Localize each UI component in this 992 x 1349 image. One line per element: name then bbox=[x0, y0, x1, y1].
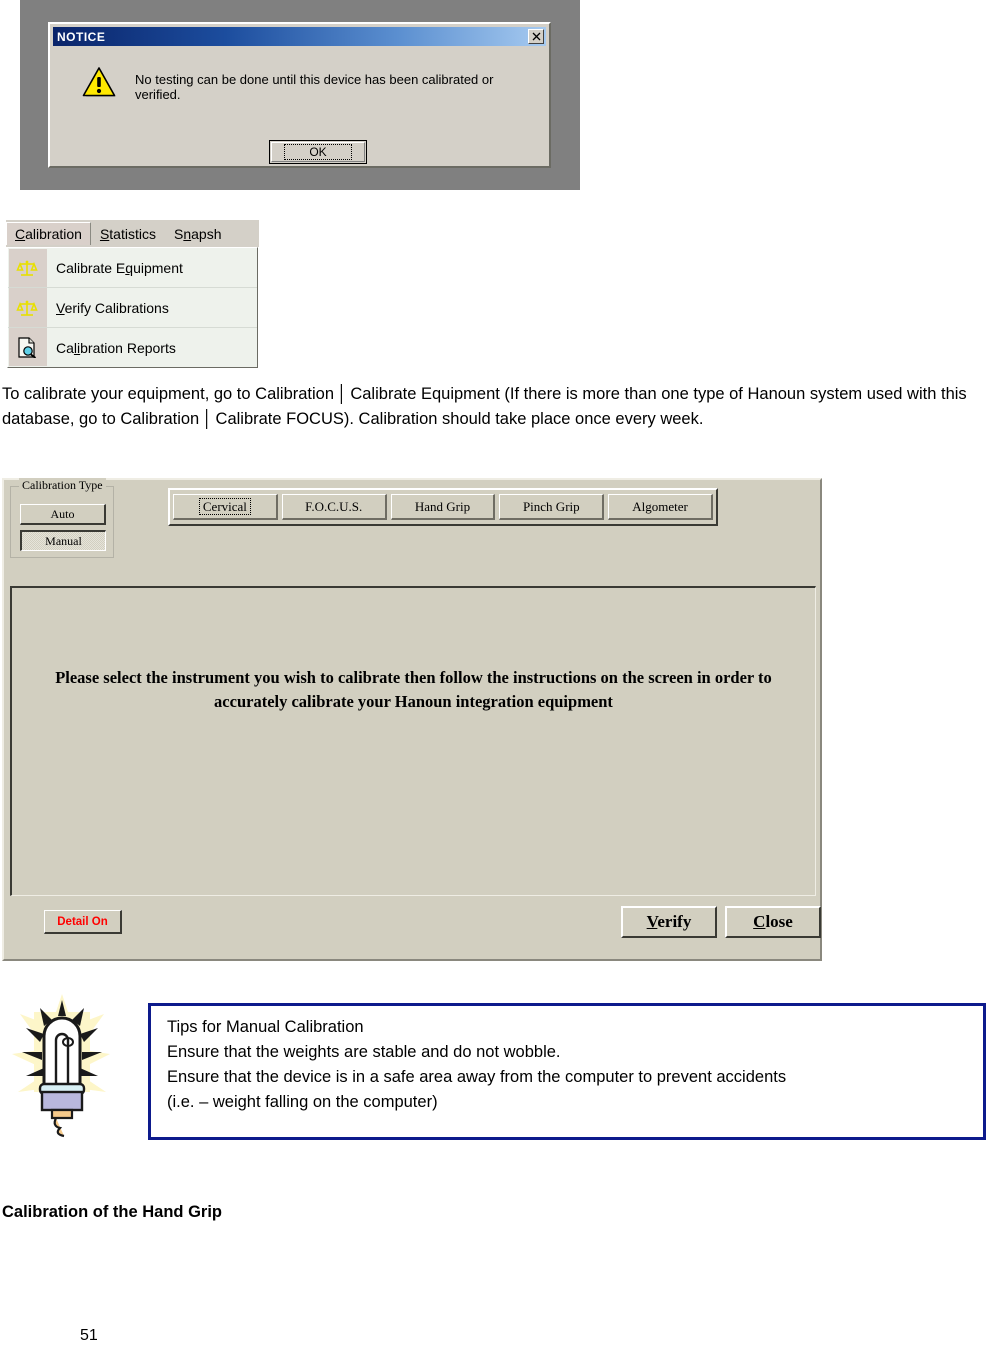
menubar: Calibration Statistics Snapsh bbox=[6, 220, 259, 247]
verify-button[interactable]: Verify bbox=[621, 906, 717, 938]
menu-item-calibration-reports[interactable]: Calibration Reports bbox=[8, 327, 257, 367]
tips-line-2: Ensure that the weights are stable and d… bbox=[167, 1043, 561, 1061]
calibration-instruction-line1: Please select the instrument you wish to… bbox=[55, 668, 772, 687]
paragraph-part1: To calibrate your equipment, go to Calib… bbox=[2, 385, 335, 403]
document-search-glyph bbox=[18, 337, 37, 358]
menu-item-verify-calibrations-label: Verify Calibrations bbox=[56, 299, 169, 316]
menu-separator-1: │ bbox=[337, 385, 348, 403]
menubar-item-statistics-label: tatistics bbox=[109, 225, 156, 242]
calibration-instruction-line2: accurately calibrate your Hanoun integra… bbox=[214, 692, 613, 711]
calibration-content-panel: Please select the instrument you wish to… bbox=[10, 586, 816, 896]
instrument-button-focus-label: F.O.C.U.S. bbox=[305, 498, 363, 514]
close-x-glyph bbox=[532, 32, 540, 41]
instrument-button-algometer[interactable]: Algometer bbox=[608, 494, 713, 520]
warning-triangle-icon bbox=[82, 67, 116, 97]
page-number: 51 bbox=[80, 1327, 98, 1344]
manual-button[interactable]: Manual bbox=[20, 530, 106, 551]
menubar-item-calibration-label: alibration bbox=[25, 226, 82, 242]
auto-button[interactable]: Auto bbox=[20, 504, 106, 525]
calibration-instruction-text: Please select the instrument you wish to… bbox=[30, 666, 797, 714]
notice-title: NOTICE bbox=[57, 29, 106, 44]
ok-button[interactable]: OK bbox=[269, 140, 367, 164]
calibration-type-groupbox: Calibration Type Auto Manual bbox=[10, 478, 114, 558]
calibration-type-label: Calibration Type bbox=[19, 478, 106, 493]
menubar-item-calibration-accel: C bbox=[15, 226, 26, 242]
menubar-item-calibration[interactable]: Calibration bbox=[6, 222, 91, 245]
calibration-dialog-screenshot: Calibration Type Auto Manual Cervical F.… bbox=[2, 478, 822, 961]
menubar-item-snapshot-label: apsh bbox=[191, 225, 222, 242]
notice-dialog-body: No testing can be done until this device… bbox=[53, 50, 546, 164]
instrument-button-pinch-grip-label: Pinch Grip bbox=[522, 498, 580, 514]
instrument-button-focus[interactable]: F.O.C.U.S. bbox=[281, 494, 387, 520]
notice-dialog-window: NOTICE No testing can be done until this… bbox=[48, 22, 551, 168]
menubar-item-snapshot[interactable]: Snapsh bbox=[165, 222, 231, 246]
menu-separator-2: │ bbox=[202, 410, 213, 428]
notice-dialog-screenshot: NOTICE No testing can be done until this… bbox=[20, 0, 580, 190]
tips-line-1: Tips for Manual Calibration bbox=[167, 1018, 364, 1036]
instrument-button-algometer-label: Algometer bbox=[632, 498, 688, 514]
notice-message: No testing can be done until this device… bbox=[135, 72, 494, 102]
balance-scale-icon bbox=[8, 288, 46, 327]
instrument-button-hand-grip[interactable]: Hand Grip bbox=[390, 494, 496, 520]
paragraph-part3: Calibrate FOCUS). Calibration should tak… bbox=[215, 410, 704, 428]
menu-item-calibrate-equipment[interactable]: Calibrate Equipment bbox=[8, 248, 257, 287]
tips-callout-box: Tips for Manual Calibration Ensure that … bbox=[148, 1003, 986, 1140]
tips-text: Tips for Manual Calibration Ensure that … bbox=[167, 1015, 973, 1115]
menubar-item-statistics-accel: S bbox=[99, 225, 110, 242]
tips-line-3: Ensure that the device is in a safe area… bbox=[167, 1068, 787, 1086]
detail-on-button[interactable]: Detail On bbox=[44, 910, 122, 934]
balance-scale-glyph bbox=[16, 260, 38, 276]
instrument-button-cervical-label: Cervical bbox=[198, 498, 251, 515]
menubar-item-statistics[interactable]: Statistics bbox=[91, 222, 165, 246]
close-button[interactable]: Close bbox=[725, 906, 821, 938]
instrument-button-cervical[interactable]: Cervical bbox=[173, 494, 278, 520]
verify-button-label: Verify bbox=[646, 912, 692, 931]
instrument-button-hand-grip-label: Hand Grip bbox=[414, 498, 471, 514]
menu-item-verify-calibrations[interactable]: Verify Calibrations bbox=[8, 287, 257, 327]
calibration-menu-screenshot: Calibration Statistics Snapsh Calibrate … bbox=[6, 220, 259, 368]
section-heading: Calibration of the Hand Grip bbox=[2, 1203, 223, 1221]
menu-item-calibration-reports-label: Calibration Reports bbox=[56, 339, 176, 356]
instrument-button-pinch-grip[interactable]: Pinch Grip bbox=[499, 494, 605, 520]
tips-line-4: (i.e. – weight falling on the computer) bbox=[167, 1093, 438, 1111]
menubar-item-snapshot-prefix: S bbox=[173, 225, 184, 242]
calibration-menu-dropdown: Calibrate Equipment Verify Calibrations bbox=[7, 247, 258, 368]
ok-button-label: OK bbox=[284, 144, 352, 160]
menubar-item-snapshot-accel: n bbox=[183, 225, 192, 242]
instrument-toolbar: Cervical F.O.C.U.S. Hand Grip Pinch Grip… bbox=[168, 488, 718, 526]
ok-button-face: OK bbox=[271, 142, 365, 162]
instruction-paragraph: To calibrate your equipment, go to Calib… bbox=[2, 382, 977, 432]
lightbulb-icon bbox=[12, 994, 110, 1138]
document-search-icon bbox=[8, 328, 46, 367]
close-button-label: Close bbox=[753, 912, 793, 931]
close-icon[interactable] bbox=[528, 29, 544, 44]
menu-item-calibrate-equipment-label: Calibrate Equipment bbox=[56, 259, 183, 276]
balance-scale-glyph bbox=[16, 300, 38, 316]
detail-on-label: Detail On bbox=[57, 915, 108, 928]
balance-scale-icon bbox=[8, 248, 46, 287]
notice-titlebar: NOTICE bbox=[53, 27, 546, 46]
